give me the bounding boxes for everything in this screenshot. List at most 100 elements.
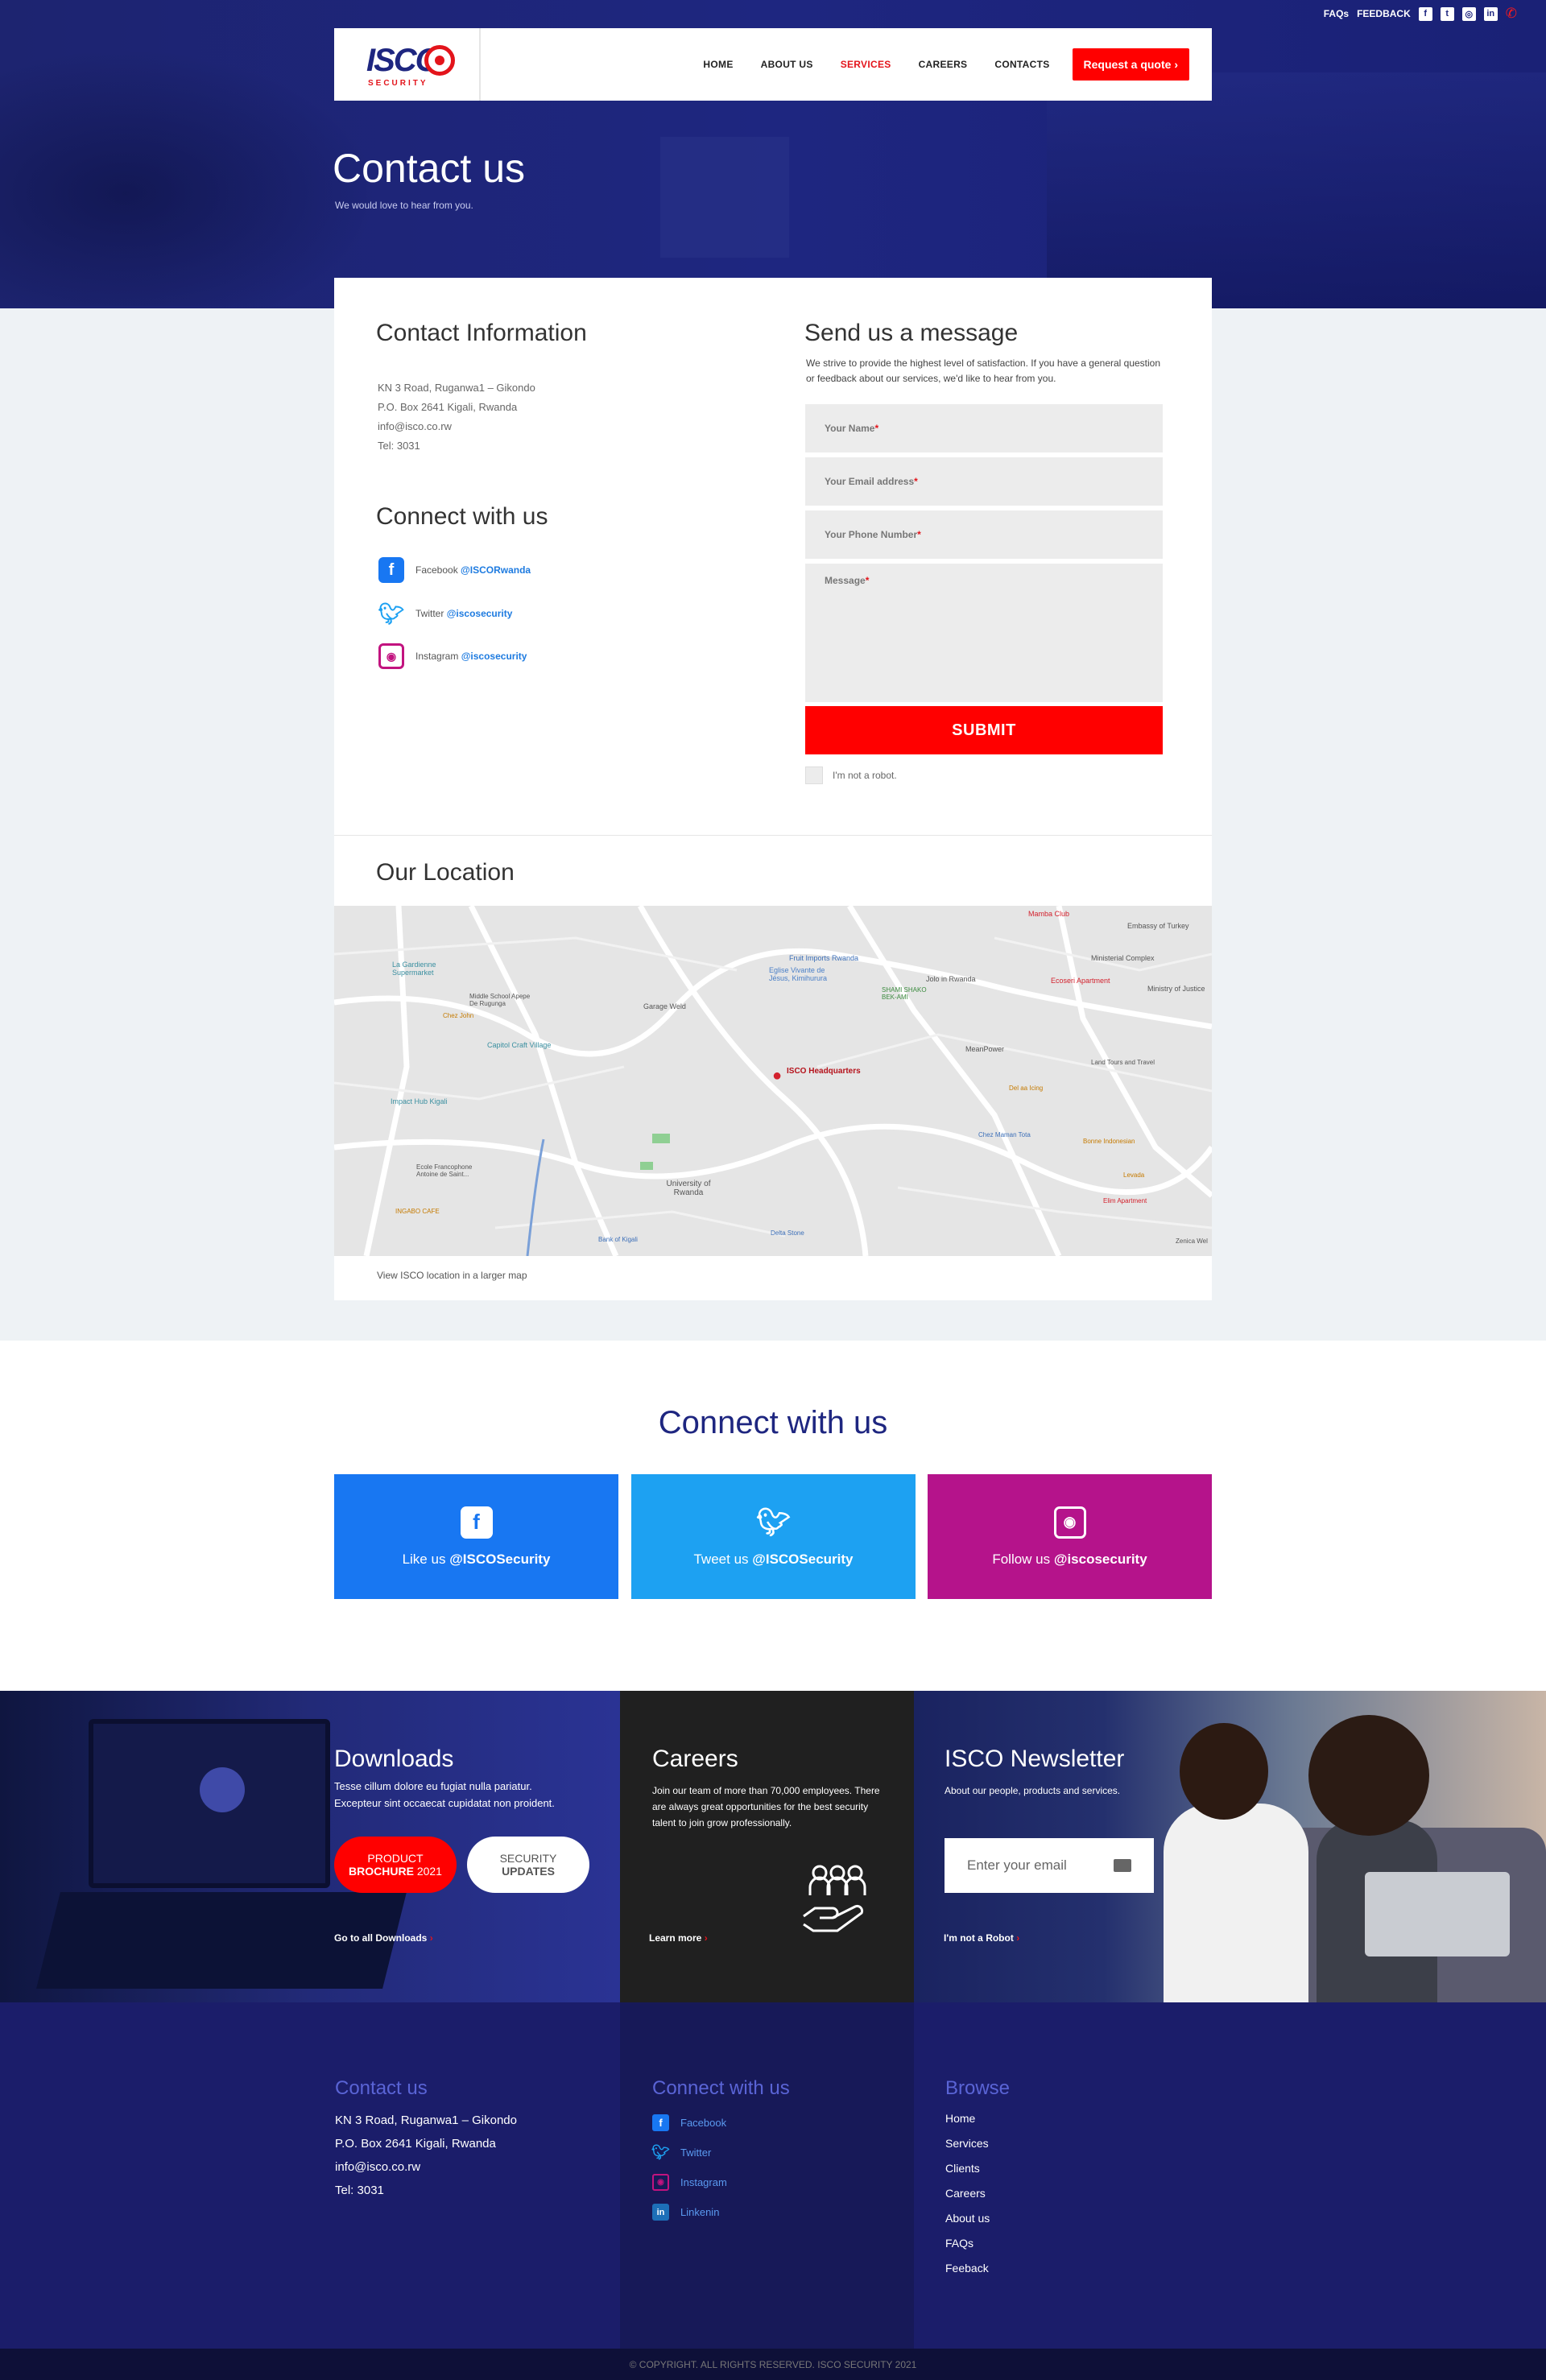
brochure-button-bottom: BROCHURE 2021 xyxy=(349,1865,442,1878)
linkedin-icon[interactable]: in xyxy=(1483,6,1498,21)
map-label: Ministerial Complex xyxy=(1091,954,1155,962)
downloads-text: Tesse cillum dolore eu fugiat nulla pari… xyxy=(334,1780,555,1809)
map-label: Fruit Imports Rwanda xyxy=(789,954,859,962)
form-intro: We strive to provide the highest level o… xyxy=(806,357,1161,384)
request-quote-label: Request a quote xyxy=(1083,58,1172,71)
footer-contact-title: Contact us xyxy=(335,2077,428,2099)
chevron-right-icon: › xyxy=(429,1932,433,1944)
twitter-icon: 🐦︎ xyxy=(651,2144,670,2160)
facebook-icon[interactable]: f xyxy=(1418,6,1432,21)
footer-address-line2: P.O. Box 2641 Kigali, Rwanda xyxy=(335,2137,496,2151)
isco-logo[interactable]: ISCO SECURITY xyxy=(366,40,463,89)
instagram-icon[interactable]: ◎ xyxy=(1461,6,1476,21)
footer-twitter-link[interactable]: 🐦︎ Twitter xyxy=(651,2144,711,2161)
contact-tel: Tel: 3031 xyxy=(378,440,420,452)
map-label: Chez Maman Tota xyxy=(978,1131,1031,1138)
captcha[interactable]: I'm not a robot. xyxy=(805,766,897,784)
feedback-link[interactable]: FEEDBACK xyxy=(1357,8,1411,19)
newsletter-text: About our people, products and services. xyxy=(945,1785,1121,1796)
footer-facebook-link[interactable]: f Facebook xyxy=(652,2114,726,2131)
section-divider xyxy=(334,835,1212,836)
map-pin-icon[interactable]: ● xyxy=(772,1067,782,1085)
footer-link-careers[interactable]: Careers xyxy=(945,2181,990,2206)
footer-link-clients[interactable]: Clients xyxy=(945,2156,990,2181)
nav-about[interactable]: ABOUT US xyxy=(761,59,813,70)
contact-email[interactable]: info@isco.co.rw xyxy=(378,417,535,436)
photo-laptop xyxy=(1365,1872,1510,1956)
facebook-card[interactable]: f Like us @ISCOSecurity xyxy=(334,1474,618,1599)
newsletter-title: ISCO Newsletter xyxy=(945,1746,1125,1772)
twitter-card[interactable]: 🐦︎ Tweet us @ISCOSecurity xyxy=(631,1474,916,1599)
careers-learn-more-link[interactable]: Learn more › xyxy=(649,1932,708,1944)
footer-link-about[interactable]: About us xyxy=(945,2206,990,2231)
connect-section: Connect with us f Like us @ISCOSecurity … xyxy=(0,1341,1546,1691)
facebook-label: Facebook @ISCORwanda xyxy=(415,564,531,576)
footer-link-services[interactable]: Services xyxy=(945,2131,990,2156)
footer-instagram-link[interactable]: ◉ Instagram xyxy=(652,2174,727,2191)
nav-home[interactable]: HOME xyxy=(703,59,733,70)
page-subtitle: We would love to hear from you. xyxy=(335,200,473,211)
phone-icon[interactable]: ✆ xyxy=(1506,6,1517,22)
security-updates-button[interactable]: SECURITY UPDATES xyxy=(467,1837,589,1893)
careers-panel xyxy=(620,1691,914,2002)
nav-contacts[interactable]: CONTACTS xyxy=(994,59,1049,70)
photo-person-1 xyxy=(1164,1804,1308,2002)
phone-placeholder: Your Phone Number xyxy=(825,529,918,540)
facebook-icon: f xyxy=(378,557,404,583)
hero-banner: FAQs FEEDBACK f t ◎ in ✆ ISCO SECURITY H… xyxy=(0,0,1546,308)
map-label: SHAMI SHAKO BEK-AMI xyxy=(882,986,927,1001)
instagram-card[interactable]: ◉ Follow us @iscosecurity xyxy=(928,1474,1212,1599)
location-map[interactable]: ● ISCO Headquarters Eglise Vivante de Jé… xyxy=(334,906,1212,1256)
linkedin-icon: in xyxy=(652,2204,669,2221)
map-label: La Gardienne Supermarket xyxy=(392,961,436,977)
site-footer xyxy=(0,2002,1546,2349)
name-field[interactable]: Your Name * xyxy=(805,404,1163,452)
contact-address-line1: KN 3 Road, Ruganwa1 – Gikondo xyxy=(378,382,535,394)
footer-linkedin-link[interactable]: in Linkenin xyxy=(652,2204,719,2221)
photo-person-2-head xyxy=(1308,1715,1429,1836)
map-label: Mamba Club xyxy=(1028,910,1070,918)
nav-careers[interactable]: CAREERS xyxy=(919,59,968,70)
all-downloads-link[interactable]: Go to all Downloads › xyxy=(334,1932,433,1944)
form-title: Send us a message xyxy=(804,320,1019,346)
captcha-checkbox[interactable] xyxy=(805,766,823,784)
envelope-icon[interactable] xyxy=(1114,1859,1131,1872)
map-label: Embassy of Turkey xyxy=(1127,922,1189,930)
twitter-icon: 🐦︎ xyxy=(378,601,405,626)
phone-field[interactable]: Your Phone Number * xyxy=(805,510,1163,559)
newsletter-robot-link[interactable]: I'm not a Robot › xyxy=(944,1932,1019,1944)
required-mark: * xyxy=(917,529,921,540)
nav-menu: HOME ABOUT US SERVICES CAREERS CONTACTS xyxy=(703,59,1049,70)
map-label: Delta Stone xyxy=(771,1229,804,1237)
footer-facebook-label: Facebook xyxy=(680,2117,727,2129)
footer-link-home[interactable]: Home xyxy=(945,2106,990,2131)
newsletter-email-input[interactable]: Enter your email xyxy=(945,1838,1154,1893)
submit-button[interactable]: SUBMIT xyxy=(805,706,1163,754)
request-quote-button[interactable]: Request a quote › xyxy=(1072,48,1189,81)
nav-divider xyxy=(479,28,481,101)
nav-services[interactable]: SERVICES xyxy=(841,59,891,70)
promo-row xyxy=(0,1691,1546,2002)
brochure-button[interactable]: PRODUCT BROCHURE 2021 xyxy=(334,1837,457,1893)
map-label: Eglise Vivante de Jésus, Kimihurura xyxy=(769,966,828,982)
message-field[interactable]: Message * xyxy=(805,564,1163,702)
logo-ring-icon xyxy=(424,45,455,76)
twitter-icon: 🐦︎ xyxy=(755,1506,792,1538)
chevron-right-icon: › xyxy=(704,1932,708,1944)
map-label: Capitol Craft Village xyxy=(487,1041,552,1049)
instagram-social-row[interactable]: ◉ Instagram @iscosecurity xyxy=(378,643,527,669)
footer-browse-list: Home Services Clients Careers About us F… xyxy=(945,2106,990,2281)
map-label: Ministry of Justice xyxy=(1147,985,1205,993)
footer-link-feedback[interactable]: Feeback xyxy=(945,2256,990,2281)
footer-link-faqs[interactable]: FAQs xyxy=(945,2231,990,2256)
footer-tel: Tel: 3031 xyxy=(335,2184,384,2197)
footer-email[interactable]: info@isco.co.rw xyxy=(335,2155,517,2179)
email-field[interactable]: Your Email address * xyxy=(805,457,1163,506)
facebook-social-row[interactable]: f Facebook @ISCORwanda xyxy=(378,557,531,583)
twitter-social-row[interactable]: 🐦︎ Twitter @iscosecurity xyxy=(378,601,512,626)
name-placeholder: Your Name xyxy=(825,423,875,434)
larger-map-link[interactable]: View ISCO location in a larger map xyxy=(377,1270,527,1281)
footer-instagram-label: Instagram xyxy=(680,2176,727,2188)
twitter-icon[interactable]: t xyxy=(1440,6,1454,21)
faqs-link[interactable]: FAQs xyxy=(1324,8,1349,19)
